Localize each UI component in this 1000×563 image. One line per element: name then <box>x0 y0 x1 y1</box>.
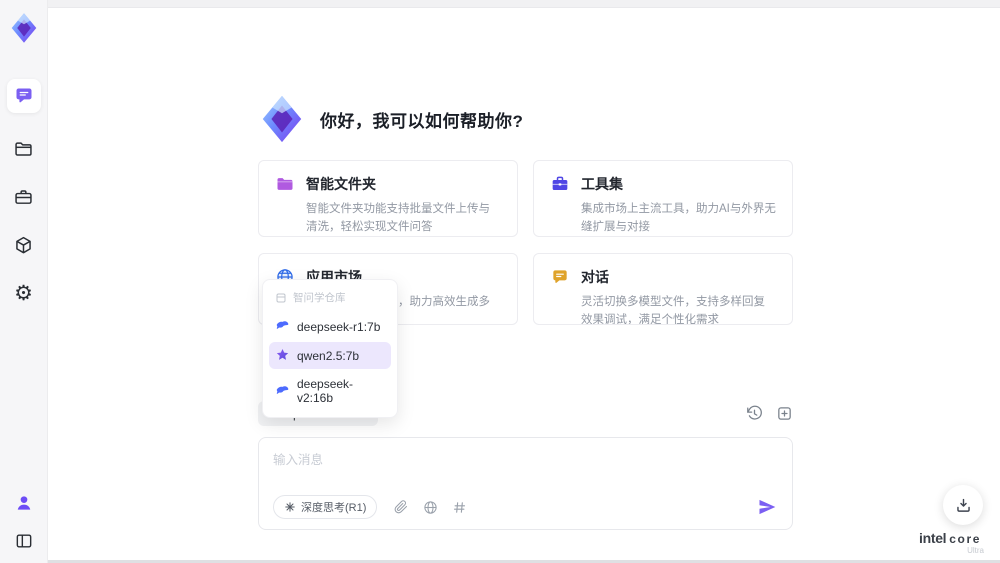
card-title: 智能文件夹 <box>306 176 376 192</box>
greeting: 你好，我可以如何帮助你? <box>258 94 523 144</box>
repository-icon <box>275 292 287 304</box>
model-dropdown: 智问学仓库 deepseek-r1:7b qwen2.5:7b deepseek… <box>262 279 398 418</box>
chat-bubble-icon <box>14 86 34 106</box>
gear-icon: ⚙ <box>14 281 33 305</box>
card-description: 智能文件夹功能支持批量文件上传与清洗，轻松实现文件问答 <box>306 203 490 233</box>
sidebar-bottom <box>12 477 36 553</box>
model-dropdown-header-label: 智问学仓库 <box>293 292 346 304</box>
main-content: 你好，我可以如何帮助你? 智能文件夹 智能文件夹功能支持批量文件上传与清洗，轻松… <box>258 0 793 563</box>
web-search-button[interactable] <box>422 499 438 515</box>
chat-utilities <box>745 405 793 423</box>
send-button[interactable] <box>756 496 778 518</box>
model-dropdown-header: 智问学仓库 <box>269 286 391 311</box>
send-icon <box>759 499 776 515</box>
message-input[interactable] <box>259 438 792 482</box>
user-icon <box>14 493 34 513</box>
globe-small-icon <box>424 500 437 514</box>
hash-icon <box>453 501 465 513</box>
new-chat-button[interactable] <box>775 405 793 423</box>
folder-icon <box>13 139 34 160</box>
app-logo-large <box>258 94 306 144</box>
model-option-label: qwen2.5:7b <box>297 348 360 363</box>
sidebar-item-collapse[interactable] <box>12 529 36 553</box>
side-panel-icon <box>14 531 34 551</box>
model-option-deepseek-v2[interactable]: deepseek-v2:16b <box>269 371 391 411</box>
purple-folder-icon <box>275 174 295 194</box>
intel-core-badge: intel core Ultra <box>912 531 988 555</box>
indigo-briefcase-icon <box>550 174 570 194</box>
history-button[interactable] <box>745 405 763 423</box>
card-dialogue[interactable]: 对话 灵活切换多模型文件，支持多样回复效果调试，满足个性化需求 <box>533 253 793 325</box>
history-icon <box>746 405 762 420</box>
card-description: 灵活切换多模型文件，支持多样回复效果调试，满足个性化需求 <box>581 296 765 325</box>
core-product-text: core <box>949 532 982 546</box>
sidebar-item-files[interactable] <box>12 137 36 161</box>
model-option-label: deepseek-r1:7b <box>297 319 381 334</box>
model-option-label: deepseek-v2:16b <box>297 377 354 405</box>
card-toolset[interactable]: 工具集 集成市场上主流工具，助力AI与外界无缝扩展与对接 <box>533 160 793 237</box>
model-option-deepseek-r1[interactable]: deepseek-r1:7b <box>269 313 391 340</box>
sidebar-item-chat[interactable] <box>6 79 41 113</box>
sidebar-item-account[interactable] <box>12 491 36 515</box>
briefcase-icon <box>13 187 34 208</box>
qwen-icon <box>275 348 290 363</box>
download-icon <box>956 498 970 512</box>
gold-chat-icon <box>550 267 570 287</box>
greeting-title: 你好，我可以如何帮助你? <box>320 111 524 131</box>
card-smart-folder[interactable]: 智能文件夹 智能文件夹功能支持批量文件上传与清洗，轻松实现文件问答 <box>258 160 518 237</box>
sidebar-item-settings[interactable]: ⚙ <box>12 281 36 305</box>
add-square-icon <box>777 407 791 420</box>
composer-toolbar: 深度思考(R1) <box>273 495 778 519</box>
deepseek-icon <box>275 384 290 399</box>
model-option-qwen[interactable]: qwen2.5:7b <box>269 342 391 369</box>
app-logo <box>8 11 40 45</box>
sidebar-item-toolbox[interactable] <box>12 185 36 209</box>
cube-icon <box>13 235 34 256</box>
deep-think-toggle[interactable]: 深度思考(R1) <box>273 495 378 519</box>
download-button[interactable] <box>943 485 983 525</box>
card-description: 集成市场上主流工具，助力AI与外界无缝扩展与对接 <box>581 203 776 233</box>
deep-think-label: 深度思考(R1) <box>301 502 367 514</box>
attach-file-button[interactable] <box>393 499 409 515</box>
paperclip-icon <box>395 500 408 514</box>
attachment-tools <box>393 499 467 515</box>
composer: 深度思考(R1) <box>258 437 793 530</box>
intel-brand-text: intel <box>918 530 947 546</box>
ultra-edition-text: Ultra <box>967 546 984 555</box>
deepseek-icon <box>275 319 290 334</box>
sidebar: ⚙ <box>0 0 48 563</box>
prompt-template-button[interactable] <box>451 499 467 515</box>
deep-think-icon <box>284 501 296 513</box>
card-title: 工具集 <box>581 176 623 192</box>
card-title: 对话 <box>581 269 609 285</box>
sidebar-item-models[interactable] <box>12 233 36 257</box>
